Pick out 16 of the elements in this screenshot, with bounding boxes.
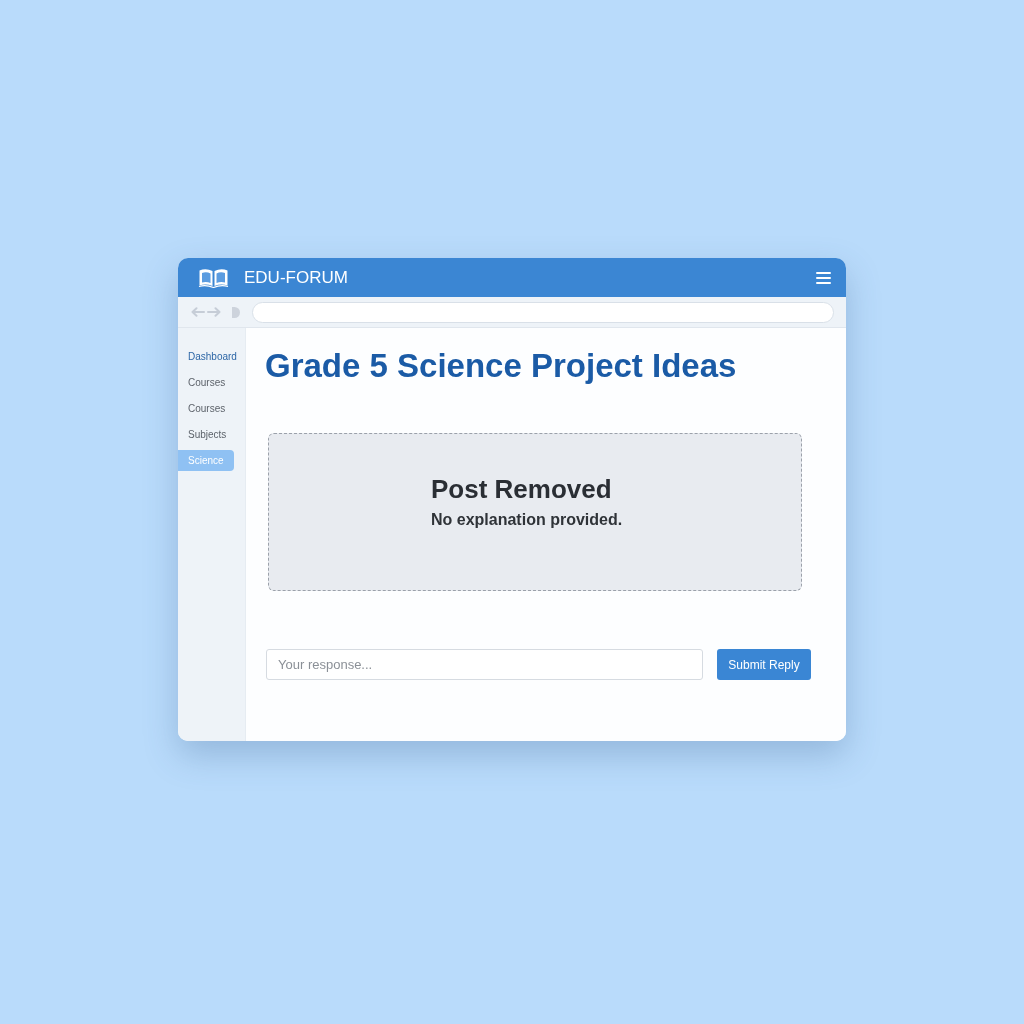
sidebar-item[interactable]: Courses	[178, 398, 234, 419]
book-icon	[198, 267, 229, 288]
address-field[interactable]	[252, 301, 834, 323]
sidebar-item[interactable]: Courses	[178, 372, 234, 393]
sidebar-item[interactable]: Dashboard	[178, 346, 245, 367]
semicircle-icon[interactable]	[232, 306, 240, 318]
menu-icon[interactable]	[816, 271, 831, 284]
notice-title: Post Removed	[431, 474, 612, 504]
forward-arrow-icon[interactable]	[207, 307, 221, 317]
response-field[interactable]: Your response...	[266, 649, 703, 680]
submit-button[interactable]: Submit Reply	[717, 649, 811, 680]
notice-message: No explanation provided.	[431, 510, 623, 530]
page-title: Grade 5 Science Project Ideas	[265, 348, 737, 384]
back-arrow-icon[interactable]	[191, 307, 205, 317]
site-title: EDU-FORUM	[244, 267, 348, 288]
sidebar-item[interactable]: Subjects	[178, 424, 235, 445]
